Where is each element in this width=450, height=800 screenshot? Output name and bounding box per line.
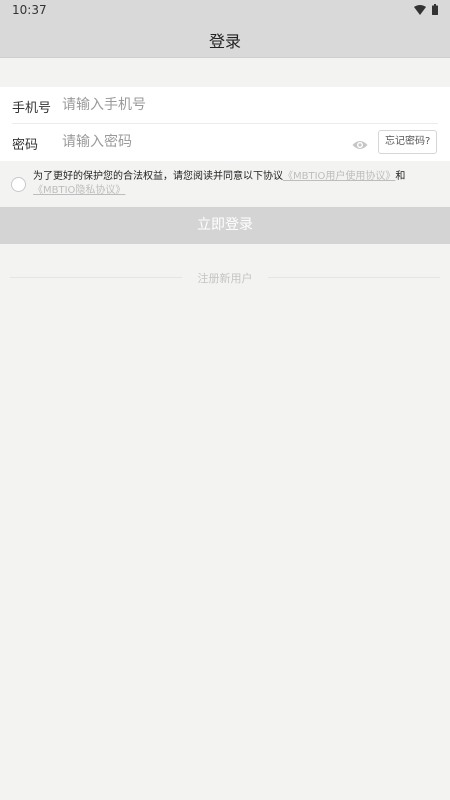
battery-icon [432,4,438,15]
privacy-agreement-link[interactable]: 《MBTIO隐私协议》 [33,185,125,196]
status-time: 10:37 [12,3,47,17]
header-bar: 登录 [0,20,450,58]
password-label: 密码 [12,138,39,153]
phone-input[interactable] [62,93,322,117]
status-icons [414,4,438,15]
agreement-prefix: 为了更好的保护您的合法权益，请您阅读并同意以下协议 [33,171,283,182]
agree-checkbox[interactable] [11,177,26,192]
wifi-icon [414,4,426,15]
status-bar: 10:37 [0,0,450,20]
eye-icon[interactable] [352,136,368,155]
password-row: 密码 忘记密码? [0,124,450,161]
register-link[interactable]: 注册新用户 [0,270,450,286]
user-agreement-link[interactable]: 《MBTIO用户使用协议》 [283,171,395,182]
phone-row: 手机号 [0,87,450,124]
register-section: 注册新用户 [0,268,450,288]
page-title: 登录 [208,32,241,51]
agreement-conjunction: 和 [395,171,406,182]
agreement-section: 为了更好的保护您的合法权益，请您阅读并同意以下协议《MBTIO用户使用协议》和《… [0,161,450,207]
phone-label: 手机号 [12,101,52,116]
agreement-text: 为了更好的保护您的合法权益，请您阅读并同意以下协议《MBTIO用户使用协议》和《… [33,170,439,198]
login-form: 手机号 密码 忘记密码? [0,87,450,161]
login-button[interactable]: 立即登录 [0,207,450,244]
password-input[interactable] [62,130,322,154]
forgot-password-button[interactable]: 忘记密码? [378,130,438,154]
